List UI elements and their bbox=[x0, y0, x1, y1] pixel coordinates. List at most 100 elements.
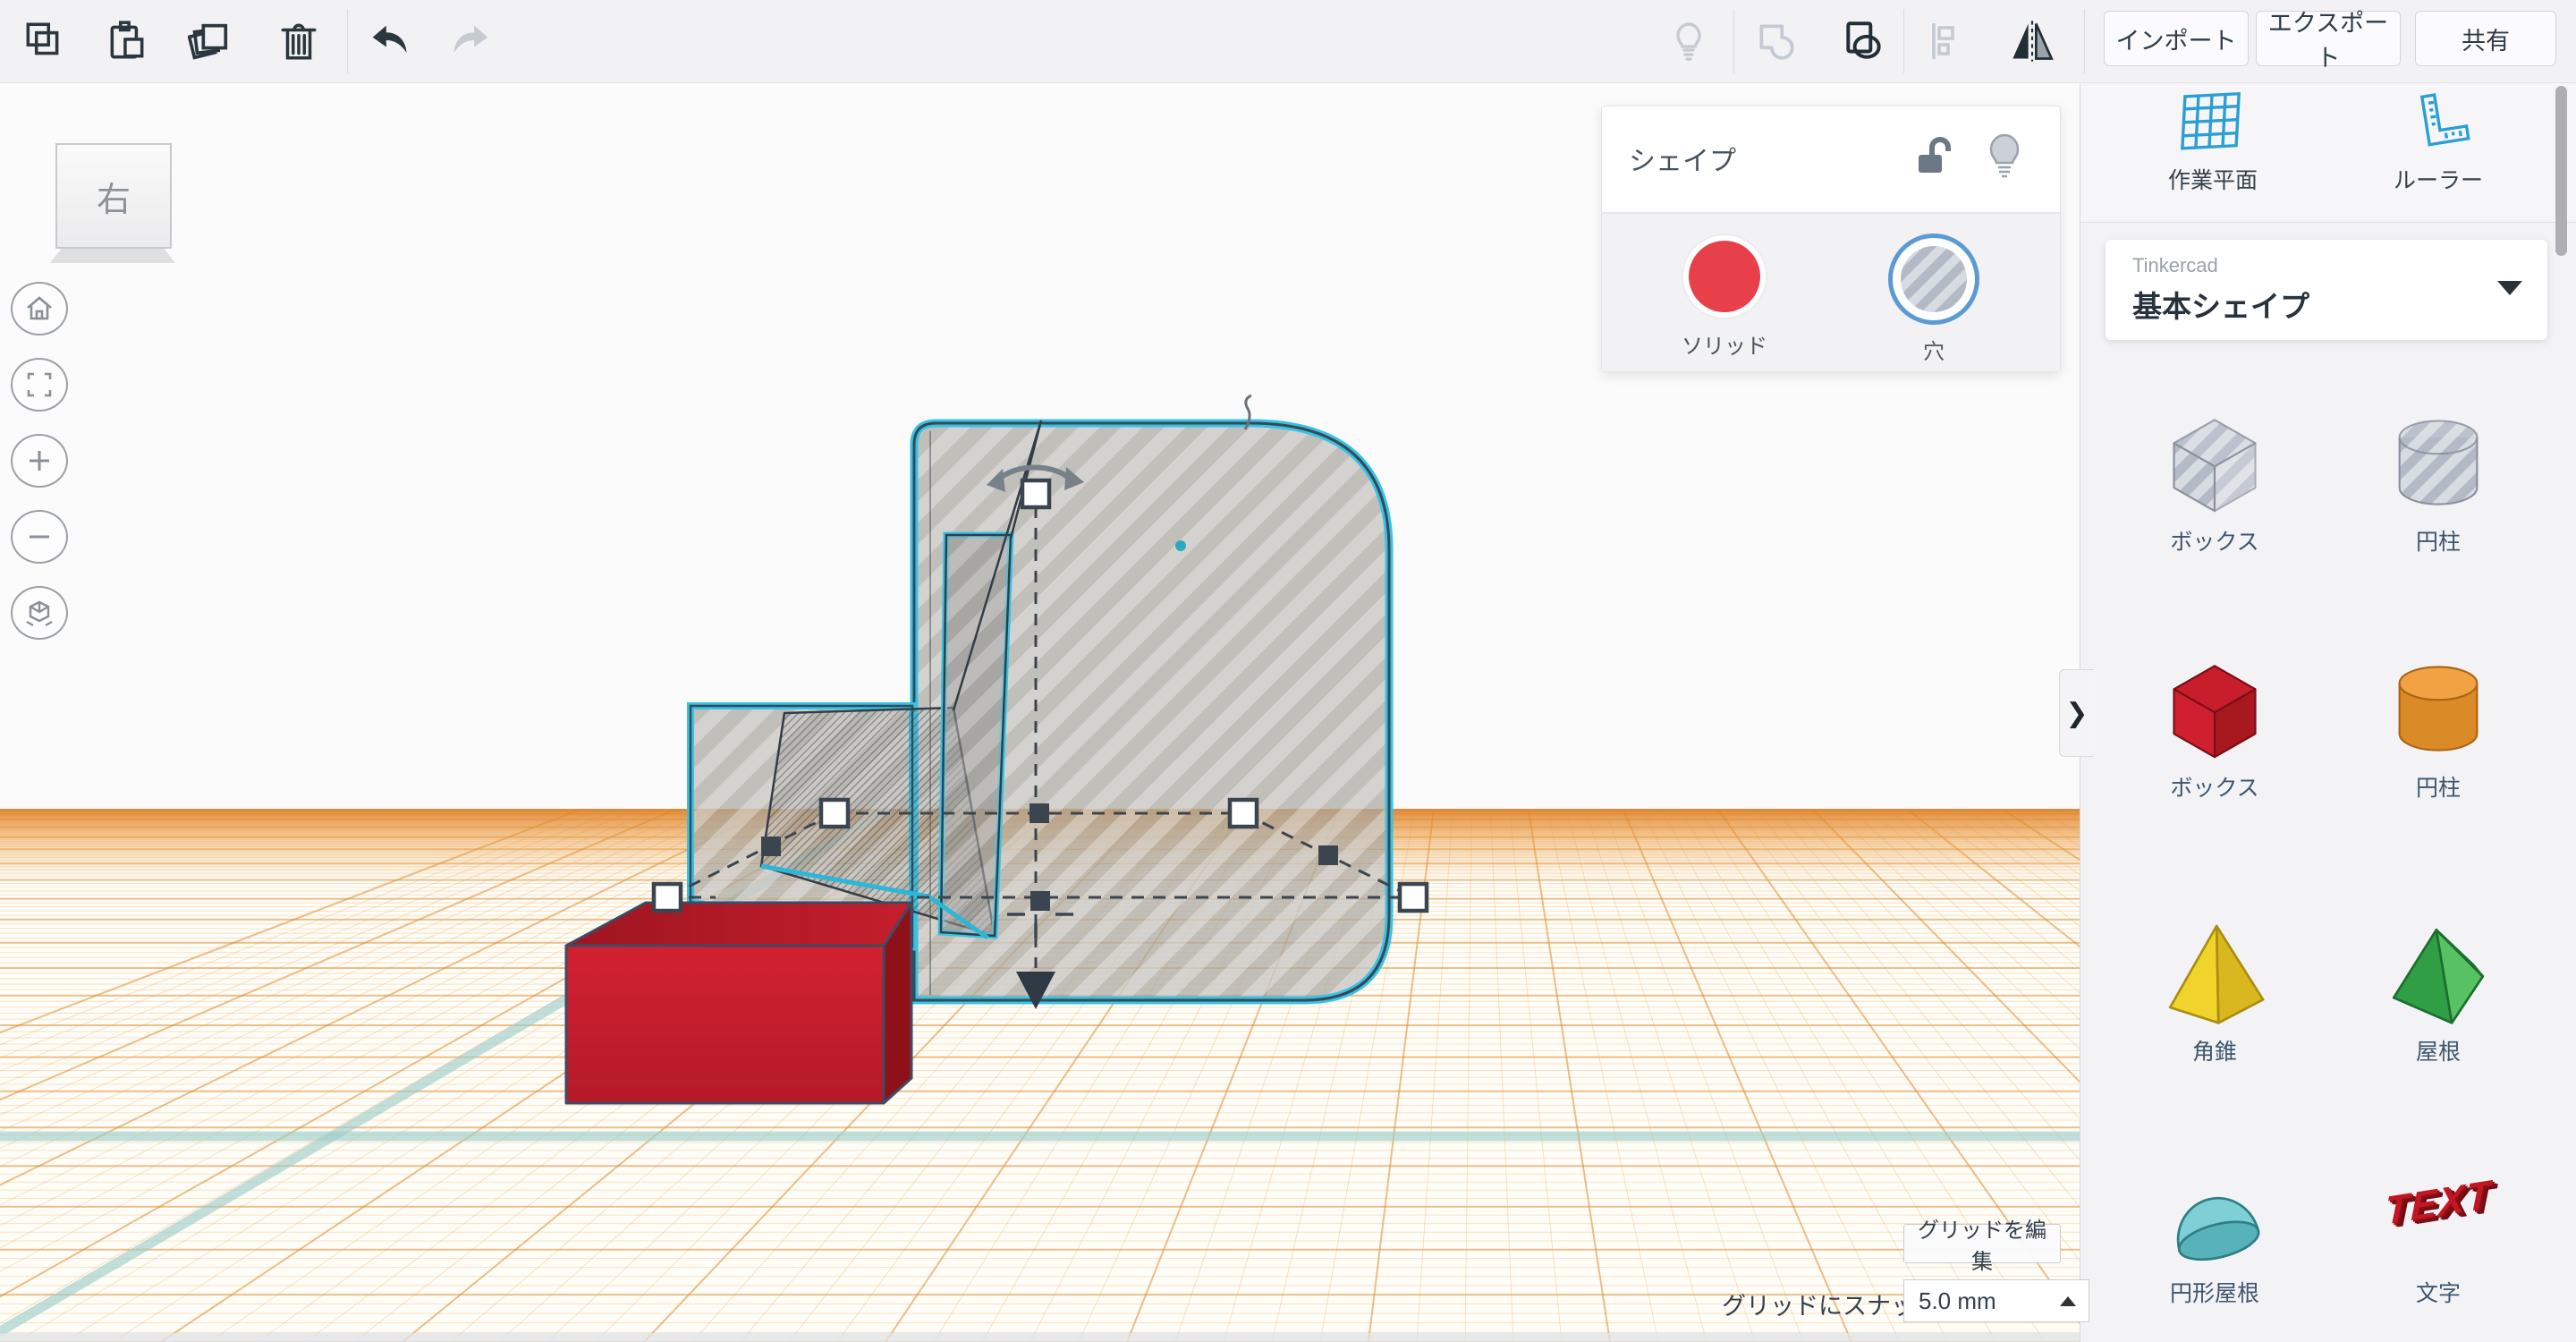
orange-cylinder-icon bbox=[2380, 650, 2496, 767]
edge-handle-back[interactable] bbox=[1030, 803, 1049, 823]
shape-item-hole-cylinder[interactable]: 円柱 bbox=[2326, 404, 2550, 556]
pyramid-icon bbox=[2157, 914, 2273, 1031]
mirror-icon[interactable] bbox=[2007, 16, 2057, 66]
shape-inspector-panel: シェイプ ソリッド 穴 bbox=[1601, 106, 2061, 372]
shape-panel-title: シェイプ bbox=[1629, 139, 1736, 178]
shape-inspector-body: ソリッド 穴 bbox=[1602, 214, 2060, 371]
workplane-label: 作業平面 bbox=[2123, 163, 2302, 195]
shape-inspector-header: シェイプ bbox=[1602, 106, 2060, 214]
shape-library-panel: 作業平面 ルーラー Tinkercad 基本シェイプ bbox=[2080, 82, 2576, 1342]
duplicate-icon[interactable] bbox=[186, 16, 236, 66]
chevron-up-icon bbox=[2060, 1296, 2076, 1306]
hole-swatch[interactable]: 穴 bbox=[1831, 234, 2037, 365]
import-button[interactable]: インポート bbox=[2104, 11, 2249, 66]
workplane-tool[interactable]: 作業平面 bbox=[2123, 91, 2302, 195]
shape-item-box[interactable]: ボックス bbox=[2103, 650, 2326, 803]
edge-handle-front[interactable] bbox=[1030, 891, 1050, 911]
red-box-icon bbox=[2157, 650, 2273, 767]
scale-handle-front-left[interactable] bbox=[654, 884, 681, 911]
library-category: 基本シェイプ bbox=[2132, 283, 2309, 326]
shape-item-round-roof[interactable]: 円形屋根 bbox=[2103, 1156, 2326, 1308]
show-all-icon[interactable] bbox=[1664, 16, 1714, 66]
ungroup-icon[interactable] bbox=[1839, 16, 1889, 66]
toolbar-divider bbox=[2084, 9, 2085, 73]
scene-tools-section: 作業平面 ルーラー bbox=[2080, 82, 2576, 223]
perspective-icon bbox=[24, 598, 55, 628]
shape-item-cylinder[interactable]: 円柱 bbox=[2326, 650, 2550, 803]
solid-label: ソリッド bbox=[1622, 328, 1827, 360]
ruler-tool[interactable]: ルーラー bbox=[2349, 91, 2528, 195]
edge-handle-left[interactable] bbox=[761, 837, 781, 856]
top-toolbar: インポート エクスポート 共有 bbox=[0, 0, 2576, 83]
shape-item-label: 円形屋根 bbox=[2103, 1276, 2326, 1308]
scale-handle-front-right[interactable] bbox=[1400, 884, 1427, 911]
hole-cylinder-icon bbox=[2380, 404, 2496, 521]
hole-box-icon bbox=[2157, 404, 2273, 521]
edge-handle-right[interactable] bbox=[1318, 845, 1338, 865]
shape-category-dropdown[interactable]: Tinkercad 基本シェイプ bbox=[2106, 240, 2547, 340]
toolbar-divider bbox=[347, 9, 348, 73]
share-button[interactable]: 共有 bbox=[2415, 11, 2556, 66]
library-brand: Tinkercad bbox=[2132, 254, 2218, 277]
delete-icon[interactable] bbox=[274, 16, 324, 66]
red-box-shape[interactable] bbox=[566, 903, 911, 1103]
roof-icon bbox=[2380, 914, 2496, 1031]
zoom-in-button[interactable] bbox=[11, 434, 68, 488]
hole-label: 穴 bbox=[1831, 334, 2037, 365]
solid-color-circle bbox=[1689, 241, 1760, 312]
scale-handle-back-left[interactable] bbox=[821, 800, 848, 827]
perspective-toggle-button[interactable] bbox=[11, 586, 68, 640]
shape-item-pyramid[interactable]: 角錐 bbox=[2103, 914, 2326, 1066]
undo-icon[interactable] bbox=[363, 16, 413, 66]
shape-item-label: 文字 bbox=[2326, 1276, 2550, 1308]
text-glyph: TEXT bbox=[2385, 1172, 2492, 1235]
hide-bulb-icon[interactable] bbox=[1985, 132, 2024, 180]
hole-striped-circle bbox=[1900, 245, 1968, 313]
shape-item-text[interactable]: TEXT 文字 bbox=[2326, 1156, 2550, 1308]
lock-icon[interactable] bbox=[1913, 135, 1954, 180]
tinkercad-app: インポート エクスポート 共有 右 シェイプ bbox=[0, 0, 2576, 1342]
view-cube[interactable]: 右 bbox=[55, 143, 172, 249]
text-shape-icon: TEXT bbox=[2326, 1156, 2550, 1272]
snap-grid-value: 5.0 mm bbox=[1919, 1287, 1996, 1315]
shape-item-label: 円柱 bbox=[2326, 770, 2550, 803]
solid-swatch[interactable]: ソリッド bbox=[1622, 234, 1827, 360]
chevron-down-icon bbox=[2497, 281, 2522, 295]
view-cube-face-label: 右 bbox=[97, 172, 131, 221]
ruler-icon bbox=[2403, 91, 2473, 157]
shape-item-roof[interactable]: 屋根 bbox=[2326, 914, 2550, 1066]
redo-icon[interactable] bbox=[447, 16, 497, 66]
shape-item-label: 円柱 bbox=[2326, 524, 2550, 556]
view-cube-shadow bbox=[50, 247, 175, 263]
align-icon[interactable] bbox=[1919, 16, 1970, 66]
home-view-button[interactable] bbox=[11, 282, 68, 336]
shape-item-label: ボックス bbox=[2103, 770, 2326, 803]
toolbar-divider bbox=[1733, 9, 1734, 73]
copy-icon[interactable] bbox=[18, 16, 68, 66]
snap-grid-select[interactable]: 5.0 mm bbox=[1903, 1279, 2089, 1322]
zoom-out-button[interactable] bbox=[11, 510, 68, 564]
scale-handle-back-right[interactable] bbox=[1230, 800, 1257, 827]
shape-item-hole-box[interactable]: ボックス bbox=[2103, 404, 2326, 556]
shape-item-label: ボックス bbox=[2103, 524, 2326, 556]
group-icon[interactable] bbox=[1751, 16, 1801, 66]
zoom-out-icon bbox=[25, 522, 54, 551]
round-roof-icon bbox=[2157, 1156, 2273, 1272]
paste-icon[interactable] bbox=[102, 16, 152, 66]
panel-collapse-tab[interactable]: ❯ bbox=[2059, 669, 2094, 757]
workplane-icon bbox=[2178, 91, 2248, 157]
fit-view-button[interactable] bbox=[11, 358, 68, 412]
snap-point-dot bbox=[1175, 540, 1186, 551]
shape-item-label: 屋根 bbox=[2326, 1034, 2550, 1066]
zoom-in-icon bbox=[25, 446, 54, 475]
scale-z-handle[interactable] bbox=[1022, 480, 1049, 507]
export-button[interactable]: エクスポート bbox=[2256, 11, 2401, 66]
fit-view-icon bbox=[25, 370, 54, 399]
shape-item-label: 角錐 bbox=[2103, 1034, 2326, 1066]
chevron-right-icon: ❯ bbox=[2065, 698, 2088, 729]
library-scrollbar[interactable] bbox=[2555, 86, 2567, 256]
edit-grid-button[interactable]: グリッドを編集 bbox=[1903, 1224, 2061, 1263]
home-icon bbox=[24, 293, 55, 324]
ruler-label: ルーラー bbox=[2349, 163, 2528, 195]
toolbar-divider bbox=[1903, 9, 1904, 73]
